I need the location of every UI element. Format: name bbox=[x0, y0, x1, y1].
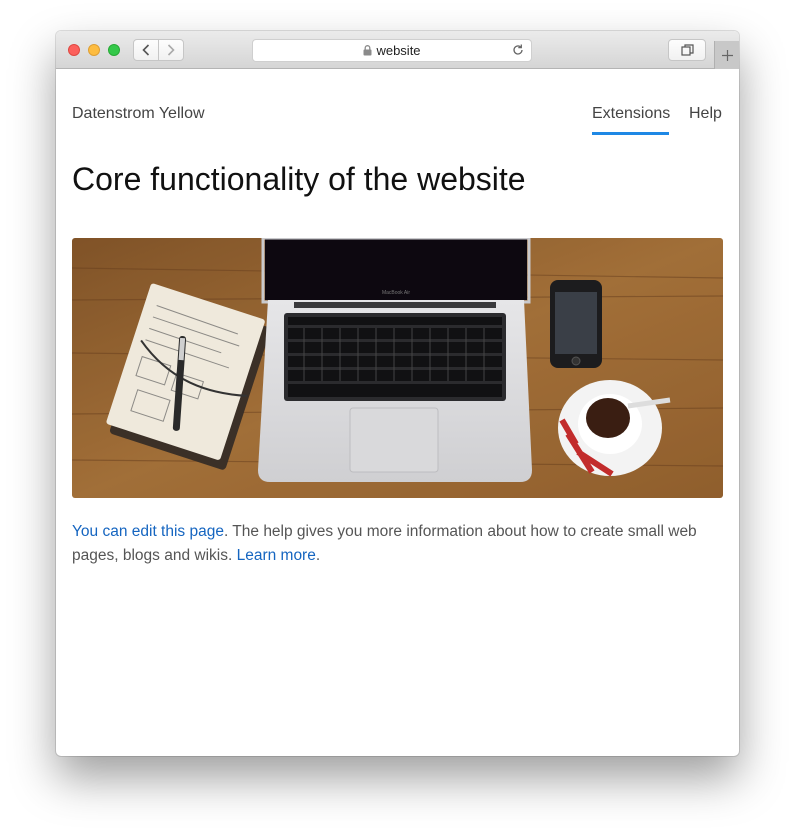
plus-icon bbox=[721, 49, 733, 61]
intro-text-end: . bbox=[315, 547, 321, 564]
forward-arrow-icon bbox=[167, 44, 175, 56]
nav-item-extensions[interactable]: Extensions bbox=[592, 105, 670, 123]
forward-button[interactable] bbox=[158, 39, 184, 61]
desk-photo-illustration: MacBook Air bbox=[72, 238, 723, 498]
site-name-link[interactable]: Datenstrom Yellow bbox=[72, 105, 205, 123]
reload-icon[interactable] bbox=[511, 43, 525, 57]
learn-more-link[interactable]: Learn more bbox=[237, 547, 316, 564]
back-button[interactable] bbox=[133, 39, 159, 61]
lock-icon bbox=[363, 45, 372, 56]
edit-page-link[interactable]: You can edit this page bbox=[72, 523, 224, 540]
address-bar[interactable]: website bbox=[252, 39, 532, 62]
close-window-button[interactable] bbox=[68, 44, 80, 56]
active-nav-indicator bbox=[592, 132, 669, 135]
intro-paragraph: You can edit this page. The help gives y… bbox=[72, 520, 712, 568]
zoom-window-button[interactable] bbox=[108, 44, 120, 56]
browser-toolbar: website bbox=[56, 31, 739, 69]
tabs-overview-icon bbox=[680, 44, 694, 56]
page-title: Core functionality of the website bbox=[72, 161, 526, 197]
phone-graphic bbox=[550, 280, 602, 368]
browser-window: website Datenstrom Yellow Extensions Hel… bbox=[56, 31, 739, 756]
laptop-brand-label: MacBook Air bbox=[382, 290, 410, 296]
nav-item-help[interactable]: Help bbox=[689, 105, 722, 123]
page-content: Datenstrom Yellow Extensions Help Core f… bbox=[56, 69, 739, 756]
show-tabs-button[interactable] bbox=[668, 39, 706, 61]
hero-image: MacBook Air bbox=[72, 238, 723, 498]
minimize-window-button[interactable] bbox=[88, 44, 100, 56]
back-arrow-icon bbox=[142, 44, 150, 56]
laptop-graphic: MacBook Air bbox=[258, 238, 532, 482]
new-tab-button[interactable] bbox=[714, 41, 739, 69]
address-text: website bbox=[376, 43, 421, 58]
